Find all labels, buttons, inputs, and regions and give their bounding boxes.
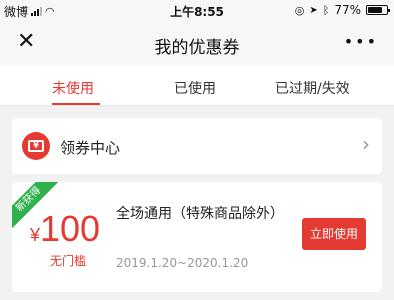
coupon-tabs: 未使用 已使用 已过期/失效: [0, 66, 394, 106]
chevron-right-icon: ›: [362, 132, 370, 156]
nav-bar: ✕ 我的优惠券 •••: [0, 20, 394, 66]
battery-percent: 77%: [334, 3, 361, 17]
bluetooth-icon: ᛒ: [322, 3, 330, 17]
more-options-icon[interactable]: •••: [344, 32, 378, 51]
coupon-validity: 2019.1.20~2020.1.20: [116, 256, 249, 270]
status-bar: 微博 ◠ 上午8:55 ◎ ➤ ᛒ 77%: [0, 0, 394, 20]
use-now-button[interactable]: 立即使用: [302, 218, 366, 250]
tab-unused[interactable]: 未使用: [52, 78, 94, 98]
coupon-center-row[interactable]: ¥ 领券中心 ›: [12, 118, 382, 174]
alarm-icon: ◎: [294, 3, 305, 17]
tab-expired[interactable]: 已过期/失效: [275, 78, 350, 98]
tab-used[interactable]: 已使用: [174, 78, 216, 98]
coupon-title: 全场通用（特殊商品除外）: [116, 206, 284, 222]
battery-icon: [366, 5, 390, 15]
coupon-amount: ¥100: [30, 208, 100, 250]
active-tab-indicator: [52, 103, 100, 105]
coupon-ticket-icon: ¥: [22, 132, 50, 160]
coupon-threshold: 无门槛: [50, 254, 87, 268]
coupon-center-label: 领券中心: [60, 139, 121, 157]
coupon-card: 新获得 ¥100 无门槛 全场通用（特殊商品除外） 2019.1.20~2020…: [12, 182, 382, 292]
amount-value: 100: [40, 208, 101, 249]
page-title: 我的优惠券: [154, 38, 240, 58]
ticket-glyph: ¥: [28, 140, 44, 152]
currency-symbol: ¥: [30, 225, 41, 245]
status-right: ◎ ➤ ᛒ 77%: [294, 3, 390, 17]
location-icon: ➤: [309, 4, 318, 16]
